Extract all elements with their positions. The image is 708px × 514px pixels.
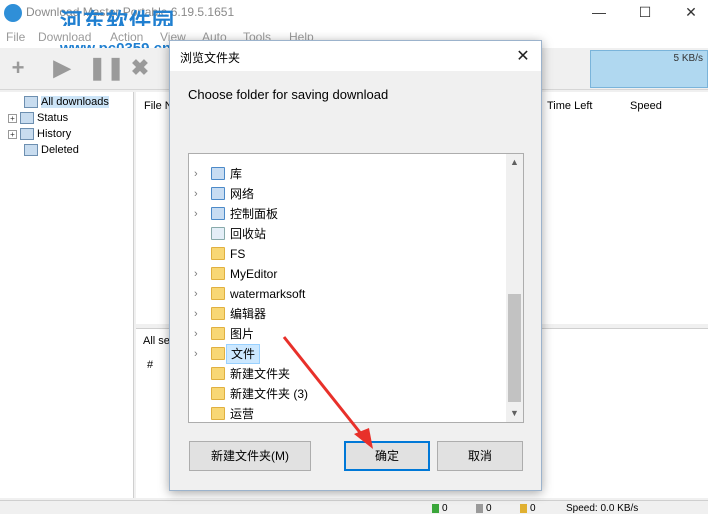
scroll-up-icon[interactable]: ▲ xyxy=(506,154,523,171)
delete-icon[interactable]: ✖ xyxy=(128,56,152,80)
folder-tree[interactable]: › 库 › 网络 › 控制面板 回收站 FS › MyEditor › watermarksoft › 编… xyxy=(188,153,524,423)
expand-icon[interactable]: + xyxy=(8,129,17,139)
start-icon[interactable]: ▶ xyxy=(50,56,74,80)
folder-item-label: 新建文件夹 (3) xyxy=(230,387,309,401)
folder-item-label: 文件 xyxy=(226,344,261,364)
downloads-icon xyxy=(24,96,38,109)
tree-item-all-downloads[interactable]: All downloads xyxy=(24,94,109,110)
chevron-right-icon[interactable]: › xyxy=(194,304,204,324)
folder-tree-scrollbar[interactable]: ▲ ▼ xyxy=(506,154,523,422)
folder-icon xyxy=(211,287,225,300)
folder-item[interactable]: › 网络 xyxy=(189,184,507,204)
status-queued-count: 0 xyxy=(476,503,492,514)
dialog-instruction: Choose folder for saving download xyxy=(188,87,389,102)
folder-item-label: MyEditor xyxy=(230,267,278,281)
app-window: Download Master Portable 6.19.5.1651 河东软… xyxy=(0,0,708,514)
maximize-button[interactable]: ☐ xyxy=(622,0,668,26)
column-time-left[interactable]: Time Left xyxy=(547,100,592,112)
category-tree: All downloads + Status + History Deleted xyxy=(0,92,134,498)
close-window-button[interactable]: ✕ xyxy=(668,0,708,26)
folder-icon xyxy=(211,387,225,400)
folder-item-label: 运营 xyxy=(230,407,255,421)
tree-item-history[interactable]: + History xyxy=(8,126,71,142)
speed-graph: 5 KB/s xyxy=(590,50,708,88)
queued-icon xyxy=(476,503,483,513)
status-icon xyxy=(20,112,34,125)
active-icon xyxy=(432,503,439,513)
column-hash: # xyxy=(147,359,154,371)
folder-item-label: 图片 xyxy=(230,327,255,341)
folder-item[interactable]: › 编辑器 xyxy=(189,304,507,324)
system-folder-icon xyxy=(211,187,225,200)
trash-icon xyxy=(24,144,38,157)
status-active-count: 0 xyxy=(432,503,448,514)
folder-item-label: 控制面板 xyxy=(230,207,279,221)
chevron-right-icon[interactable]: › xyxy=(194,164,204,184)
folder-icon xyxy=(211,307,225,320)
scroll-thumb[interactable] xyxy=(508,294,521,402)
dialog-title-bar: 浏览文件夹 ✕ xyxy=(170,41,541,71)
chevron-right-icon[interactable]: › xyxy=(194,344,204,364)
folder-item-label: 编辑器 xyxy=(230,307,267,321)
dialog-title: 浏览文件夹 xyxy=(180,51,241,65)
folder-item[interactable]: › 控制面板 xyxy=(189,204,507,224)
add-icon[interactable]: + xyxy=(6,56,30,80)
folder-item[interactable]: › watermarksoft xyxy=(189,284,507,304)
chevron-right-icon[interactable]: › xyxy=(194,324,204,344)
folder-item-label: 新建文件夹 xyxy=(230,367,291,381)
folder-item[interactable]: › 文件 xyxy=(189,344,507,364)
folder-item[interactable]: 回收站 xyxy=(189,224,507,244)
folder-item[interactable]: FS xyxy=(189,244,507,264)
browse-folder-dialog: 浏览文件夹 ✕ Choose folder for saving downloa… xyxy=(169,40,542,491)
folder-icon xyxy=(211,407,225,420)
folder-icon xyxy=(211,367,225,380)
minimize-button[interactable]: — xyxy=(576,0,622,26)
recycle-bin-icon xyxy=(211,227,225,240)
folder-item[interactable]: 运营 xyxy=(189,404,507,422)
details-tab[interactable]: All se xyxy=(143,335,170,347)
history-icon xyxy=(20,128,34,141)
expand-icon[interactable]: + xyxy=(8,113,17,123)
folder-item[interactable]: 新建文件夹 (3) xyxy=(189,384,507,404)
folder-item-label: 库 xyxy=(230,167,243,181)
status-bar: 0 0 0 Speed: 0.0 KB/s xyxy=(0,500,708,514)
chevron-right-icon[interactable]: › xyxy=(194,204,204,224)
folder-item[interactable]: 新建文件夹 xyxy=(189,364,507,384)
cancel-button[interactable]: 取消 xyxy=(437,441,523,471)
paused-icon xyxy=(520,503,527,513)
folder-item[interactable]: › 图片 xyxy=(189,324,507,344)
folder-icon xyxy=(211,327,225,340)
app-logo-icon xyxy=(4,4,22,22)
title-bar: Download Master Portable 6.19.5.1651 河东软… xyxy=(0,0,708,34)
column-speed[interactable]: Speed xyxy=(630,100,662,112)
chevron-right-icon[interactable]: › xyxy=(194,284,204,304)
folder-item-label: 网络 xyxy=(230,187,255,201)
status-paused-count: 0 xyxy=(520,503,536,514)
status-speed: Speed: 0.0 KB/s xyxy=(566,503,639,514)
scroll-down-icon[interactable]: ▼ xyxy=(506,405,523,422)
tree-item-status[interactable]: + Status xyxy=(8,110,68,126)
menu-file[interactable]: File xyxy=(6,30,25,44)
folder-item-label: watermarksoft xyxy=(230,287,306,301)
folder-icon xyxy=(211,267,225,280)
folder-icon xyxy=(211,247,225,260)
system-folder-icon xyxy=(211,207,225,220)
dialog-close-icon[interactable]: ✕ xyxy=(513,46,533,66)
chevron-right-icon[interactable]: › xyxy=(194,184,204,204)
chevron-right-icon[interactable]: › xyxy=(194,264,204,284)
speed-graph-label: 5 KB/s xyxy=(673,53,703,64)
folder-item[interactable]: › 库 xyxy=(189,164,507,184)
folder-icon xyxy=(211,347,225,360)
folder-item-label: 回收站 xyxy=(230,227,267,241)
system-folder-icon xyxy=(211,167,225,180)
folder-item-label: FS xyxy=(230,247,246,261)
folder-item[interactable]: › MyEditor xyxy=(189,264,507,284)
tree-item-deleted[interactable]: Deleted xyxy=(24,142,79,158)
new-folder-button[interactable]: 新建文件夹(M) xyxy=(189,441,311,471)
pause-icon[interactable]: ❚❚ xyxy=(88,56,125,80)
ok-button[interactable]: 确定 xyxy=(344,441,430,471)
